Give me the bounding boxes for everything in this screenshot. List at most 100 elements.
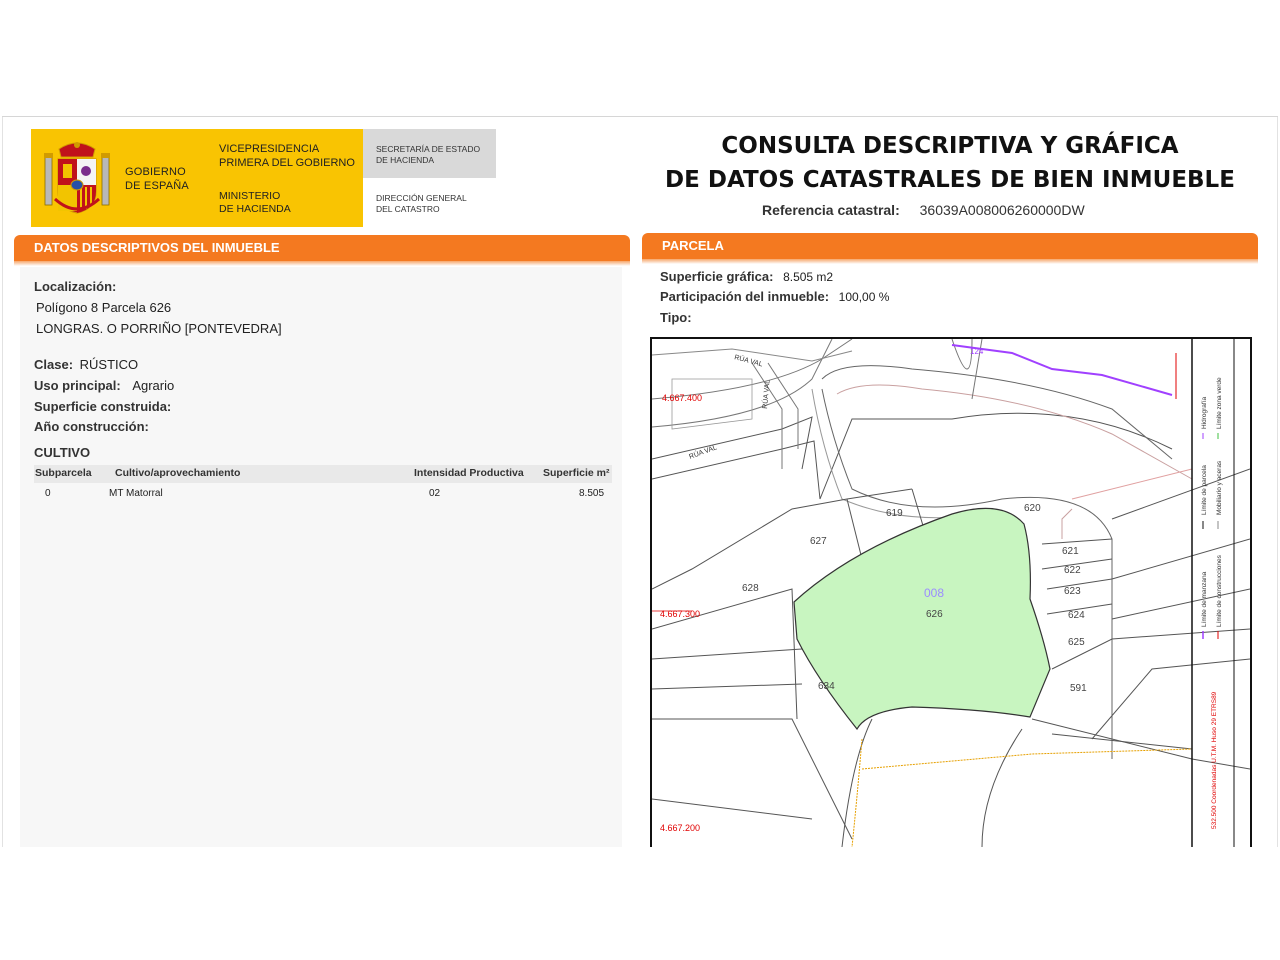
uso-value: Agrario bbox=[132, 378, 175, 393]
participacion-row: Participación del inmueble: 100,00 % bbox=[660, 289, 889, 304]
legend-limite-parcela: Límite de parcela bbox=[1201, 465, 1208, 515]
tipo-label: Tipo: bbox=[660, 310, 692, 325]
parcel-label-620: 620 bbox=[1024, 503, 1041, 514]
highlighted-parcel[interactable] bbox=[793, 507, 1051, 731]
cadastral-map-drawing: RÚA VAL RÚA VAL RÚA VAL 124 4.667.400 4.… bbox=[652, 339, 1250, 847]
cultivo-heading: CULTIVO bbox=[34, 445, 91, 460]
cell-cultivo: MT Matorral bbox=[109, 488, 163, 499]
col-intensidad: Intensidad Productiva bbox=[414, 467, 524, 479]
parcel-line bbox=[652, 798, 813, 820]
road-edge bbox=[811, 388, 1003, 519]
legend-limite-manzana: Límite de manzana bbox=[1201, 571, 1208, 627]
logo-ministerio-text: MINISTERIO DE HACIENDA bbox=[219, 190, 291, 215]
cell-superficie: 8.505 bbox=[579, 488, 605, 499]
cell-subparcela: 0 bbox=[45, 488, 51, 499]
localizacion-label: Localización: bbox=[34, 279, 117, 294]
ref-value: 36039A008006260000DW bbox=[919, 202, 1085, 218]
localizacion-line-2: LONGRAS. O PORRIÑO [PONTEVEDRA] bbox=[36, 321, 282, 336]
parcel-label-634: 634 bbox=[818, 681, 835, 692]
participacion-value: 100,00 % bbox=[838, 290, 890, 304]
coat-of-arms-icon bbox=[44, 142, 110, 214]
road-edge bbox=[652, 339, 833, 428]
parcel-line bbox=[652, 718, 853, 840]
anio-construccion-label: Año construcción: bbox=[34, 419, 149, 434]
parcel-line bbox=[1051, 628, 1250, 670]
document-title: CONSULTA DESCRIPTIVA Y GRÁFICA DE DATOS … bbox=[642, 129, 1258, 197]
superficie-grafica-value: 8.505 m2 bbox=[783, 270, 834, 284]
descriptivos-heading: DATOS DESCRIPTIVOS DEL INMUEBLE bbox=[14, 235, 630, 261]
legend-hidrografia: Hidrografía bbox=[1201, 396, 1208, 429]
parcel-label-591: 591 bbox=[1070, 683, 1087, 694]
parcel-label-625: 625 bbox=[1068, 637, 1085, 648]
parcel-label-619: 619 bbox=[886, 508, 903, 519]
parcel-label-628: 628 bbox=[742, 583, 759, 594]
superficie-grafica-row: Superficie gráfica: 8.505 m2 bbox=[660, 269, 833, 284]
road-edge bbox=[751, 362, 783, 469]
coord-label-bottom: 4.667.200 bbox=[660, 823, 700, 833]
street-label-top: RÚA VAL bbox=[733, 352, 763, 368]
uso-label: Uso principal: bbox=[34, 378, 121, 393]
logo-secretaria-text: SECRETARÍA DE ESTADO DE HACIENDA bbox=[376, 144, 481, 165]
parcel-line bbox=[1091, 658, 1250, 740]
legend-limite-construcciones: Límite de construcciones bbox=[1216, 554, 1223, 627]
parcela-heading: PARCELA bbox=[642, 233, 1258, 259]
ref-label: Referencia catastral: bbox=[762, 202, 900, 218]
logo-gobierno-text: GOBIERNO DE ESPAÑA bbox=[125, 166, 189, 192]
clase-label: Clase: bbox=[34, 357, 74, 372]
col-subparcela: Subparcela bbox=[35, 467, 92, 479]
parcel-label-627: 627 bbox=[810, 536, 827, 547]
polygon-label: 008 bbox=[924, 586, 944, 600]
parcel-label-622: 622 bbox=[1064, 565, 1081, 576]
limit-line bbox=[1071, 468, 1193, 500]
parcel-line bbox=[652, 648, 803, 660]
legend-zona-verde: Límite zona verde bbox=[1216, 377, 1223, 429]
referencia-catastral: Referencia catastral: 36039A008006260000… bbox=[762, 202, 1085, 218]
parcela-heading-shadow bbox=[642, 259, 1258, 264]
parcel-line bbox=[1111, 538, 1250, 580]
cell-intensidad: 02 bbox=[429, 488, 441, 499]
document-sheet: GOBIERNO DE ESPAÑA VICEPRESIDENCIA PRIMERA… bbox=[2, 116, 1278, 847]
government-logo: GOBIERNO DE ESPAÑA VICEPRESIDENCIA PRIMERA… bbox=[31, 129, 496, 227]
parcel-line bbox=[652, 683, 803, 690]
sheet-border-right bbox=[1277, 117, 1278, 847]
parcel-line bbox=[1051, 733, 1193, 750]
parcel-line bbox=[1041, 538, 1113, 545]
legend-mobiliario: Mobiliario y aceras bbox=[1216, 460, 1223, 515]
participacion-label: Participación del inmueble: bbox=[660, 289, 830, 304]
logo-vicepresidencia-text: VICEPRESIDENCIA PRIMERA DEL GOBIERNO bbox=[219, 143, 355, 169]
street-label-left: RÚA VAL bbox=[688, 442, 718, 460]
superficie-construida-label: Superficie construida: bbox=[34, 399, 172, 414]
logo-direccion-text: DIRECCIÓN GENERAL DEL CATASTRO bbox=[376, 193, 467, 214]
descriptivos-heading-shadow bbox=[14, 261, 630, 266]
clase-row: Clase: RÚSTICO bbox=[34, 357, 138, 372]
parcel-label-621: 621 bbox=[1062, 546, 1079, 557]
descriptivos-panel bbox=[20, 267, 622, 847]
title-line-2: DE DATOS CATASTRALES DE BIEN INMUEBLE bbox=[665, 167, 1235, 193]
parcel-line bbox=[1111, 468, 1250, 520]
orange-line bbox=[861, 748, 1193, 770]
uso-row: Uso principal: Agrario bbox=[34, 378, 174, 393]
parcel-line bbox=[981, 728, 1023, 847]
title-line-1: CONSULTA DESCRIPTIVA Y GRÁFICA bbox=[721, 133, 1179, 159]
street-label-vertical: RÚA VAL bbox=[760, 379, 772, 409]
parcel-line bbox=[951, 339, 973, 370]
orange-line bbox=[851, 738, 863, 847]
road-center bbox=[836, 384, 1193, 480]
stream-label: 124 bbox=[970, 347, 984, 356]
localizacion-line-1: Polígono 8 Parcela 626 bbox=[36, 300, 172, 315]
hydro-line bbox=[951, 344, 1173, 396]
limit-line bbox=[1061, 508, 1073, 539]
building-outline bbox=[671, 378, 753, 430]
sheet-border-left bbox=[2, 117, 3, 847]
legend-coordenadas: 532.500 Coordenadas U.T.M. Huso 29 ETRS8… bbox=[1211, 691, 1218, 829]
parcel-label-624: 624 bbox=[1068, 610, 1085, 621]
coord-label-top: 4.667.400 bbox=[662, 393, 702, 403]
parcel-label-623: 623 bbox=[1064, 586, 1081, 597]
parcel-label-626: 626 bbox=[926, 609, 943, 620]
col-cultivo: Cultivo/aprovechamiento bbox=[115, 467, 241, 479]
cadastral-map[interactable]: RÚA VAL RÚA VAL RÚA VAL 124 4.667.400 4.… bbox=[650, 337, 1252, 847]
clase-value: RÚSTICO bbox=[79, 357, 139, 372]
col-superficie: Superficie m² bbox=[543, 467, 610, 479]
parcel-line bbox=[1111, 588, 1250, 620]
superficie-grafica-label: Superficie gráfica: bbox=[660, 269, 774, 284]
